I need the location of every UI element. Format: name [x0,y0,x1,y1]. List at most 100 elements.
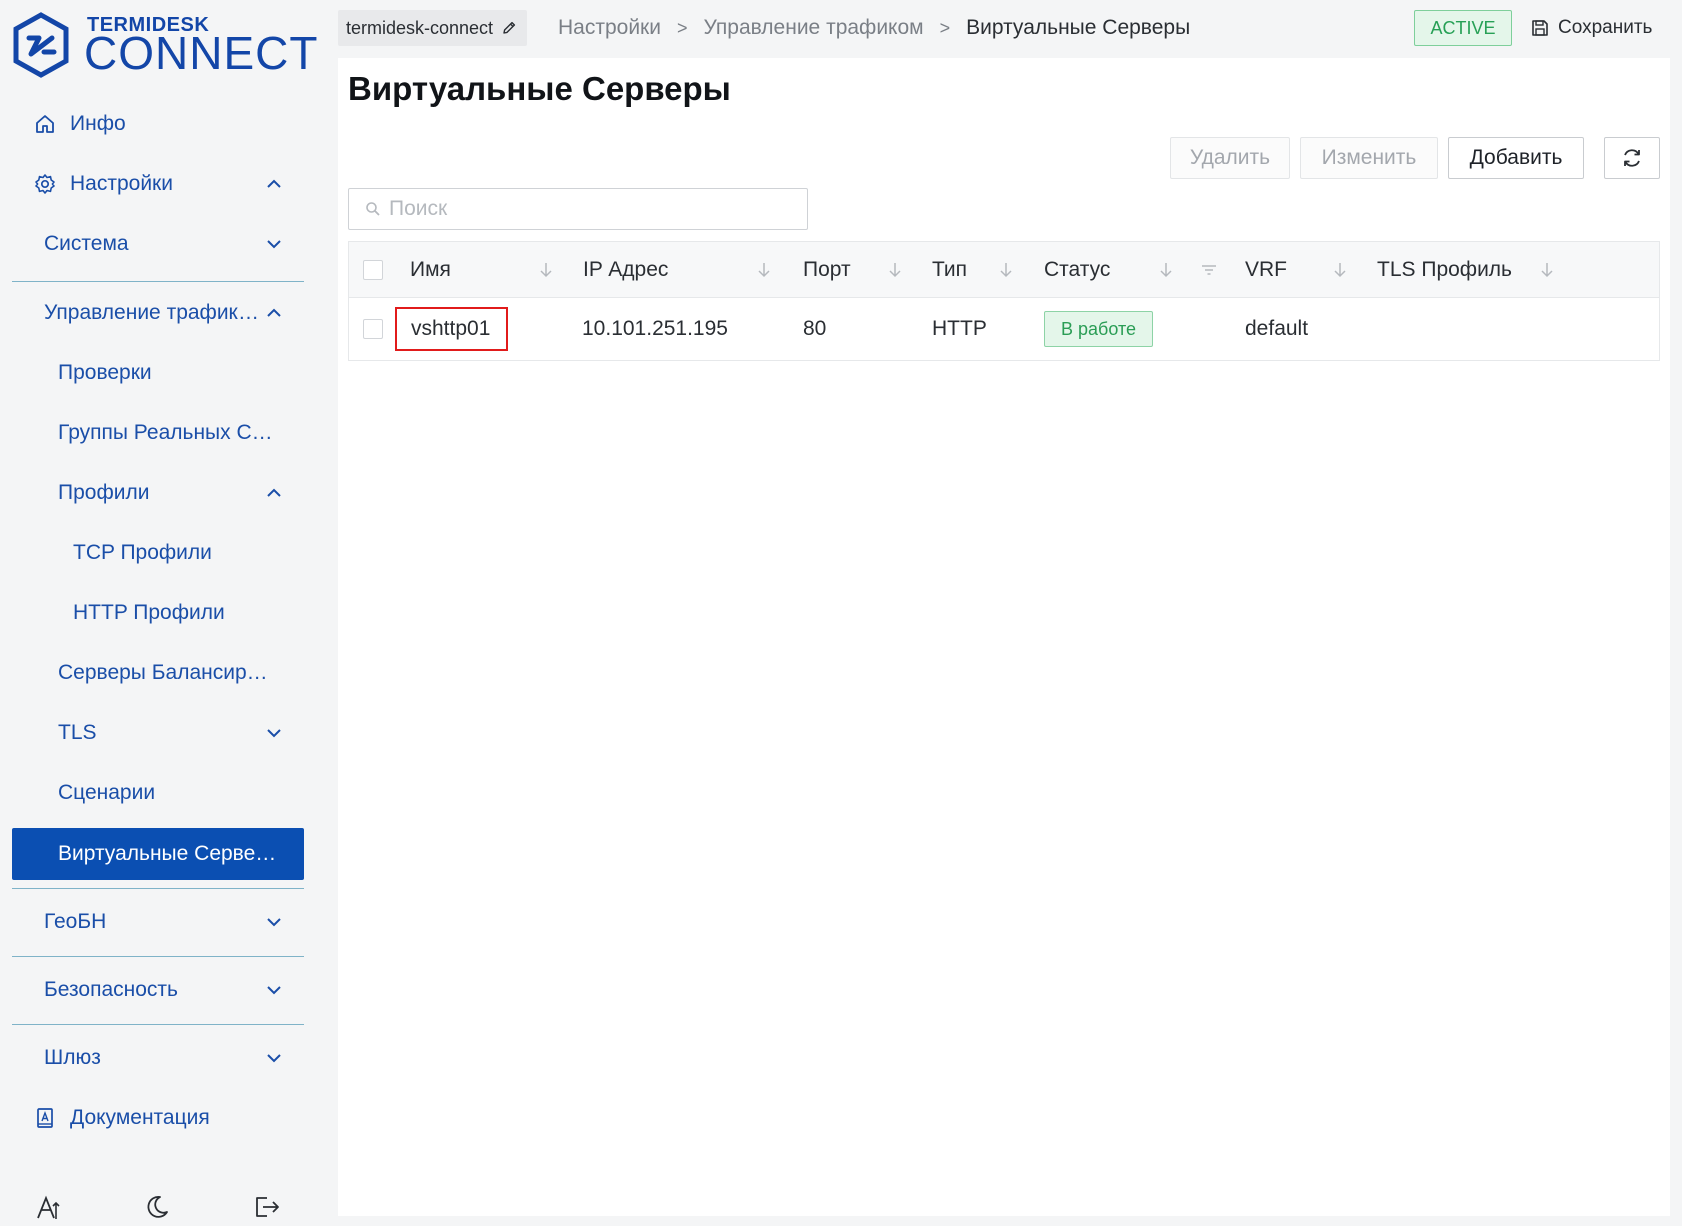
row-checkbox[interactable] [363,319,383,339]
sidebar-item-real-server-groups[interactable]: Группы Реальных Серверов [12,408,304,458]
search-input[interactable] [389,197,789,221]
sidebar-item-settings[interactable]: Настройки [12,159,304,209]
logout-icon[interactable] [252,1192,282,1222]
sort-arrow-icon[interactable] [1330,260,1350,280]
sidebar-item-label: Документация [70,1106,210,1129]
pencil-icon[interactable] [501,20,517,36]
add-button[interactable]: Добавить [1448,137,1584,179]
sort-arrow-icon[interactable] [1537,260,1557,280]
sidebar-item-label: Шлюз [44,1046,101,1069]
sidebar-item-label: Проверки [58,361,152,384]
page-title: Виртуальные Серверы [348,70,731,107]
sidebar-item-gateway[interactable]: Шлюз [12,1033,304,1083]
virtual-server-name: vshttp01 [411,317,491,340]
chevron-down-icon [264,234,284,254]
sidebar-divider [12,888,304,889]
sort-arrow-icon[interactable] [885,260,905,280]
book-icon [32,1105,58,1131]
chevron-up-icon [264,483,284,503]
chevron-up-icon [264,303,284,323]
search-field[interactable] [348,188,808,230]
sidebar-divider [12,1024,304,1025]
select-all-checkbox-cell [363,242,383,297]
sidebar-item-security[interactable]: Безопасность [12,965,304,1015]
search-icon [365,201,381,217]
sort-arrow-icon[interactable] [996,260,1016,280]
sidebar-item-profiles[interactable]: Профили [12,468,304,518]
column-header-type[interactable]: Тип [932,242,967,297]
column-header-vrf[interactable]: VRF [1245,242,1287,297]
sidebar-item-label: Инфо [70,112,126,135]
chevron-up-icon [264,174,284,194]
chevron-down-icon [264,912,284,932]
filter-icon[interactable] [1199,260,1219,280]
sidebar-item-label: Управление трафиком [44,301,264,324]
sidebar-item-tcp-profiles[interactable]: TCP Профили [12,528,304,578]
sidebar-item-label: Сценарии [58,781,156,804]
virtual-servers-table: Имя IP Адрес Порт Тип Статус VRF TLS Про… [348,241,1660,361]
chevron-down-icon [264,1048,284,1068]
sort-arrow-icon[interactable] [754,260,774,280]
breadcrumb-separator: > [676,17,688,38]
sidebar: TERMIDESK CONNECT Инфо Настройки Система… [0,0,318,1226]
topbar: termidesk-connect Настройки > Управление… [338,10,1670,56]
edit-button[interactable]: Изменить [1300,137,1438,179]
cell-name[interactable]: vshttp01 [395,298,509,360]
sidebar-item-label: Безопасность [44,978,178,1001]
cell-port: 80 [803,317,827,340]
font-size-icon[interactable] [34,1192,64,1222]
column-header-tls-profile[interactable]: TLS Профиль [1377,242,1512,297]
project-name: termidesk-connect [346,17,494,38]
sidebar-footer [0,1192,318,1226]
sidebar-item-documentation[interactable]: Документация [12,1093,304,1143]
chevron-down-icon [264,723,284,743]
status-badge: ACTIVE [1414,10,1512,46]
save-label: Сохранить [1558,17,1653,38]
delete-button[interactable]: Удалить [1170,137,1290,179]
column-header-ip[interactable]: IP Адрес [583,242,668,297]
sidebar-item-virtual-servers[interactable]: Виртуальные Серверы [12,828,304,880]
breadcrumb-item-traffic[interactable]: Управление трафиком [704,16,924,40]
column-header-status[interactable]: Статус [1044,242,1110,297]
home-icon [32,111,58,137]
chevron-down-icon [264,980,284,1000]
breadcrumb: Настройки > Управление трафиком > Виртуа… [558,10,1190,46]
save-button[interactable]: Сохранить [1530,10,1652,46]
select-all-checkbox[interactable] [363,259,383,280]
sidebar-item-checks[interactable]: Проверки [12,348,304,398]
logo-hex-icon [13,12,69,78]
sidebar-item-label: TLS [58,721,97,744]
table-row[interactable]: vshttp01 10.101.251.195 80 HTTP В работе… [349,298,1659,360]
termidesk-connect-logo[interactable]: TERMIDESK CONNECT [12,12,317,80]
sidebar-item-label: Виртуальные Серверы [58,842,282,865]
sidebar-divider [12,956,304,957]
sidebar-item-label: HTTP Профили [73,601,225,624]
sort-arrow-icon[interactable] [1156,260,1176,280]
highlighted-name[interactable]: vshttp01 [395,307,509,351]
column-header-name[interactable]: Имя [410,242,451,297]
sidebar-item-balancing-servers[interactable]: Серверы Балансировки [12,648,304,698]
breadcrumb-item-settings[interactable]: Настройки [558,16,661,40]
sidebar-item-label: Профили [58,481,150,504]
sidebar-item-label: Настройки [70,172,173,195]
sidebar-item-label: Группы Реальных Серверов [58,421,274,444]
sidebar-item-tls[interactable]: TLS [12,708,304,758]
breadcrumb-separator: > [939,17,951,38]
project-name-chip[interactable]: termidesk-connect [338,10,528,46]
row-checkbox-cell [363,298,383,360]
sidebar-item-label: Серверы Балансировки [58,661,274,684]
sort-arrow-icon[interactable] [536,260,556,280]
sidebar-item-http-profiles[interactable]: HTTP Профили [12,588,304,638]
refresh-button[interactable] [1604,137,1660,179]
sidebar-item-scenarios[interactable]: Сценарии [12,768,304,818]
sidebar-item-info[interactable]: Инфо [12,99,304,149]
column-header-port[interactable]: Порт [803,242,851,297]
sidebar-item-traffic-management[interactable]: Управление трафиком [12,288,304,338]
breadcrumb-item-current: Виртуальные Серверы [966,16,1191,39]
moon-icon[interactable] [142,1192,172,1222]
save-icon [1530,18,1550,38]
sidebar-divider [12,281,304,282]
sidebar-item-system[interactable]: Система [12,219,304,269]
sidebar-item-geobn[interactable]: ГеоБН [12,897,304,947]
sidebar-item-label: ГеоБН [44,910,107,933]
